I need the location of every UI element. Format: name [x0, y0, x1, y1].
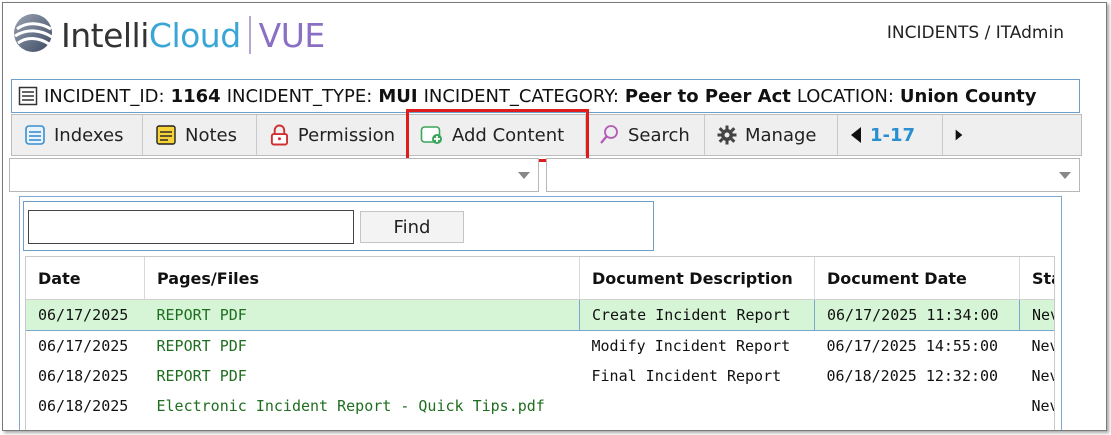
indexes-label: Indexes [54, 124, 124, 146]
incident-category-label: INCIDENT_CATEGORY: [423, 85, 619, 107]
page-range-label: 1-17 [870, 124, 916, 146]
table-row[interactable]: 06/17/2025 REPORT PDF Modify Incident Re… [26, 331, 1055, 362]
breadcrumb[interactable]: INCIDENTS / ITAdmin [887, 23, 1064, 43]
app-window: Intelli Cloud VUE INCIDENTS / ITAdmin INC… [2, 2, 1107, 431]
filter-dropdown-right[interactable] [546, 158, 1080, 192]
next-arrow-icon [955, 129, 963, 141]
brand-title: Intelli Cloud VUE [61, 13, 325, 57]
incident-type-label: INCIDENT_TYPE: [226, 85, 373, 107]
lock-icon [270, 124, 289, 146]
column-header-document-date[interactable]: Document Date [814, 257, 1020, 300]
next-page-button[interactable] [943, 115, 983, 155]
cell-document-date: 06/17/2025 14:55:00 [826, 337, 999, 355]
permission-label: Permission [297, 124, 395, 146]
cell-date: 06/17/2025 [38, 337, 129, 355]
cell-description [580, 391, 815, 421]
intellicloud-logo-icon [14, 14, 53, 52]
search-button[interactable]: Search [586, 115, 705, 155]
cell-status: Nev [1019, 299, 1054, 331]
filter-dropdown-left[interactable] [9, 158, 539, 192]
page-range[interactable]: 1-17 [838, 115, 943, 155]
incident-category-value: Peer to Peer Act [624, 85, 791, 107]
documents-table: Date Pages/Files Document Description Do… [25, 256, 1055, 430]
cell-file[interactable]: REPORT PDF [144, 299, 580, 331]
search-input[interactable] [28, 210, 354, 244]
cell-description: Create Incident Report [579, 299, 815, 331]
cell-file[interactable]: REPORT PDF [145, 331, 580, 362]
cell-status: Nev [1031, 337, 1055, 355]
chevron-down-icon [1059, 172, 1071, 179]
brand-vue: VUE [258, 15, 326, 55]
cell-document-date [815, 391, 1020, 421]
column-header-status[interactable]: Sta [1019, 257, 1054, 300]
column-header-date[interactable]: Date [26, 257, 145, 300]
chevron-down-icon [518, 172, 530, 179]
gear-icon [717, 125, 737, 145]
permission-button[interactable]: Permission [257, 115, 408, 155]
manage-label: Manage [745, 124, 817, 146]
cell-date: 06/18/2025 [38, 367, 129, 385]
table-row[interactable]: 06/17/2025 REPORT PDF Create Incident Re… [26, 299, 1054, 331]
cell-document-date: 06/18/2025 12:32:00 [826, 367, 999, 385]
column-header-document-description[interactable]: Document Description [579, 257, 815, 300]
indexes-button[interactable]: Indexes [12, 115, 143, 155]
cell-status: Nev [1031, 397, 1055, 415]
manage-button[interactable]: Manage [705, 115, 838, 155]
add-content-highlight [406, 109, 589, 162]
incident-info-bar: INCIDENT_ID: 1164 INCIDENT_TYPE: MUI INCID… [11, 79, 1080, 113]
notes-button[interactable]: Notes [143, 115, 257, 155]
notes-icon [156, 125, 176, 145]
cell-file[interactable]: Electronic Incident Report - Quick Tips.… [145, 391, 580, 421]
search-icon [600, 125, 618, 144]
cell-file[interactable]: REPORT PDF [145, 361, 580, 391]
notes-label: Notes [185, 124, 237, 146]
cell-description: Final Incident Report [591, 367, 782, 385]
brand-cloud: Cloud [148, 15, 241, 55]
cell-date: 06/18/2025 [38, 397, 129, 415]
brand-intelli: Intelli [61, 15, 149, 55]
search-label: Search [628, 124, 690, 146]
location-label: LOCATION: [796, 85, 894, 107]
incident-type-value: MUI [378, 85, 418, 107]
incident-id-value: 1164 [170, 85, 221, 107]
indexes-icon [25, 125, 45, 145]
cell-description: Modify Incident Report [591, 337, 791, 355]
prev-arrow-icon[interactable] [850, 126, 862, 144]
document-icon [18, 86, 38, 106]
find-button[interactable]: Find [360, 211, 464, 243]
table-row[interactable]: 06/18/2025 Electronic Incident Report - … [26, 391, 1055, 421]
location-value: Union County [899, 85, 1037, 107]
table-header-row: Date Pages/Files Document Description Do… [26, 257, 1054, 300]
incident-id-label: INCIDENT_ID: [44, 85, 165, 107]
brand-divider [248, 16, 251, 54]
cell-status: Nev [1031, 367, 1055, 385]
cell-document-date: 06/17/2025 11:34:00 [814, 299, 1020, 331]
cell-date: 06/17/2025 [26, 299, 145, 331]
column-header-pages-files[interactable]: Pages/Files [144, 257, 580, 300]
table-row[interactable]: 06/18/2025 REPORT PDF Final Incident Rep… [26, 361, 1055, 391]
